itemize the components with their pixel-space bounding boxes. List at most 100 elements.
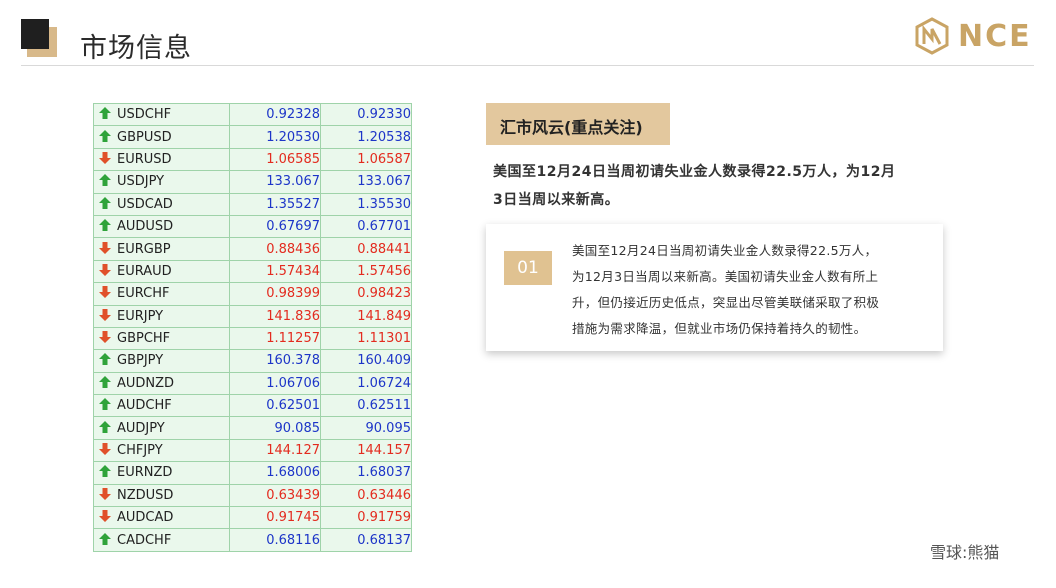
quote-ask: 0.91759 xyxy=(320,506,412,530)
quote-bid: 1.06706 xyxy=(229,371,321,396)
quote-ask: 0.67701 xyxy=(320,214,412,239)
quote-symbol: AUDCAD xyxy=(117,510,174,526)
quote-symbol: USDCHF xyxy=(117,107,172,123)
quote-ask: 0.68137 xyxy=(320,528,412,552)
quote-row: USDJPY 133.067 133.067 xyxy=(93,170,412,194)
quote-symbol: USDJPY xyxy=(117,174,165,190)
card-line: 为12月3日当周以来新高。美国初请失业金人数有所上 xyxy=(572,269,879,284)
quote-symbol: GBPCHF xyxy=(117,331,171,347)
quote-symbol: EURUSD xyxy=(117,151,172,167)
quote-symbol: AUDUSD xyxy=(117,219,174,235)
nce-logo: NCE xyxy=(914,16,1032,56)
quote-row: EURGBP 0.88436 0.88441 xyxy=(93,237,412,261)
section-tag: 汇市风云(重点关注) xyxy=(486,103,670,145)
quote-ask: 1.06587 xyxy=(320,147,412,172)
up-arrow-icon xyxy=(99,465,111,478)
quote-symbol-cell: USDCHF xyxy=(93,102,230,127)
nce-logo-mark-icon xyxy=(915,17,949,55)
quote-ask: 160.409 xyxy=(320,349,412,373)
quote-ask: 0.62511 xyxy=(320,394,412,418)
quote-symbol: GBPJPY xyxy=(117,353,164,369)
card-body: 美国至12月24日当周初请失业金人数录得22.5万人， 为12月3日当周以来新高… xyxy=(572,238,924,342)
quote-ask: 90.095 xyxy=(320,416,412,440)
quote-symbol-cell: AUDUSD xyxy=(93,214,230,239)
quote-bid: 1.35527 xyxy=(229,192,321,216)
quote-symbol-cell: EURAUD xyxy=(93,259,230,284)
quote-symbol-cell: EURGBP xyxy=(93,237,230,261)
quote-symbol-cell: EURJPY xyxy=(93,304,230,328)
up-arrow-icon xyxy=(99,532,111,545)
quote-symbol-cell: GBPJPY xyxy=(93,349,230,373)
quote-ask: 141.849 xyxy=(320,304,412,328)
quote-symbol-cell: USDCAD xyxy=(93,192,230,216)
quote-bid: 141.836 xyxy=(229,304,321,328)
down-arrow-icon xyxy=(99,443,111,456)
quote-symbol-cell: USDJPY xyxy=(93,170,230,194)
quote-symbol-cell: EURUSD xyxy=(93,147,230,172)
quote-bid: 144.127 xyxy=(229,438,321,463)
up-arrow-icon xyxy=(99,107,111,120)
down-arrow-icon xyxy=(99,286,111,299)
down-arrow-icon xyxy=(99,263,111,276)
quote-symbol: EURNZD xyxy=(117,465,173,481)
quote-bid: 1.57434 xyxy=(229,259,321,284)
quote-bid: 160.378 xyxy=(229,349,321,373)
quote-row: GBPCHF 1.11257 1.11301 xyxy=(93,326,412,351)
up-arrow-icon xyxy=(99,375,111,388)
quote-ask: 0.98423 xyxy=(320,282,412,306)
quote-ask: 0.88441 xyxy=(320,237,412,261)
quote-row: AUDCHF 0.62501 0.62511 xyxy=(93,394,412,418)
quote-bid: 1.06585 xyxy=(229,147,321,172)
quote-symbol: USDCAD xyxy=(117,196,173,212)
up-arrow-icon xyxy=(99,420,111,433)
quote-row: CADCHF 0.68116 0.68137 xyxy=(93,528,412,552)
quote-symbol-cell: AUDCAD xyxy=(93,506,230,530)
up-arrow-icon xyxy=(99,129,111,142)
quote-row: EURJPY 141.836 141.849 xyxy=(93,304,412,328)
section-tag-label: 汇市风云(重点关注) xyxy=(500,118,643,137)
quote-row: EURNZD 1.68006 1.68037 xyxy=(93,461,412,485)
quote-symbol-cell: EURCHF xyxy=(93,282,230,306)
quote-row: GBPUSD 1.20530 1.20538 xyxy=(93,125,412,149)
quote-symbol: AUDCHF xyxy=(117,398,172,414)
headline-line: 美国至12月24日当周初请失业金人数录得22.5万人，为12月 xyxy=(493,164,896,180)
quote-ask: 1.68037 xyxy=(320,461,412,485)
quote-symbol-cell: AUDCHF xyxy=(93,394,230,418)
quote-symbol: NZDUSD xyxy=(117,487,174,503)
card-number-badge: 01 xyxy=(504,251,552,285)
quote-symbol-cell: EURNZD xyxy=(93,461,230,485)
card-line: 措施为需求降温，但就业市场仍保持着持久的韧性。 xyxy=(572,321,867,336)
quote-bid: 1.68006 xyxy=(229,461,321,485)
quote-row: EURAUD 1.57434 1.57456 xyxy=(93,259,412,284)
down-arrow-icon xyxy=(99,510,111,523)
quote-symbol: CHFJPY xyxy=(117,443,163,459)
quote-symbol: EURJPY xyxy=(117,308,164,324)
quote-ask: 1.11301 xyxy=(320,326,412,351)
quote-symbol: AUDNZD xyxy=(117,375,175,391)
quote-row: AUDJPY 90.085 90.095 xyxy=(93,416,412,440)
quote-symbol-cell: GBPCHF xyxy=(93,326,230,351)
quote-row: NZDUSD 0.63439 0.63446 xyxy=(93,483,412,508)
quote-row: EURCHF 0.98399 0.98423 xyxy=(93,282,412,306)
quote-symbol-cell: GBPUSD xyxy=(93,125,230,149)
quote-symbol-cell: CADCHF xyxy=(93,528,230,552)
quote-symbol-cell: CHFJPY xyxy=(93,438,230,463)
quote-ask: 1.06724 xyxy=(320,371,412,396)
quote-row: AUDUSD 0.67697 0.67701 xyxy=(93,214,412,239)
quote-bid: 0.98399 xyxy=(229,282,321,306)
up-arrow-icon xyxy=(99,219,111,232)
quote-row: EURUSD 1.06585 1.06587 xyxy=(93,147,412,172)
down-arrow-icon xyxy=(99,331,111,344)
logo-text: NCE xyxy=(958,18,1032,54)
quote-symbol: CADCHF xyxy=(117,532,172,548)
quote-symbol: EURGBP xyxy=(117,241,171,257)
down-arrow-icon xyxy=(99,151,111,164)
quote-symbol: EURAUD xyxy=(117,263,172,279)
quote-ask: 0.63446 xyxy=(320,483,412,508)
quote-symbol: AUDJPY xyxy=(117,420,165,436)
quote-row: AUDNZD 1.06706 1.06724 xyxy=(93,371,412,396)
quote-symbol: EURCHF xyxy=(117,286,170,302)
card-line: 美国至12月24日当周初请失业金人数录得22.5万人， xyxy=(572,243,878,258)
quote-ask: 1.35530 xyxy=(320,192,412,216)
quote-bid: 1.20530 xyxy=(229,125,321,149)
